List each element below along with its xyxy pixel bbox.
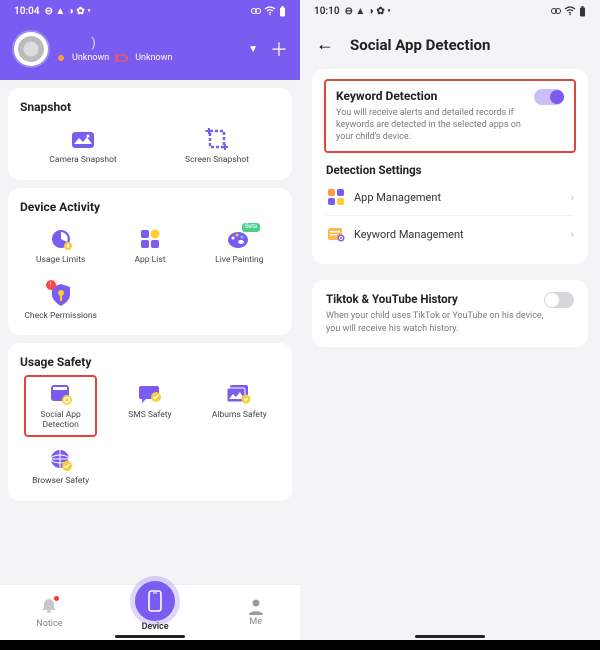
- screen-snapshot[interactable]: Screen Snapshot: [150, 122, 284, 170]
- left-screen: 10:04 ⊖ ▲ ◑ ✿ • ) Unknown Unknown ▼: [0, 0, 300, 640]
- detection-settings-title: Detection Settings: [326, 159, 574, 179]
- battery-icon: [279, 6, 286, 17]
- status-right: [551, 6, 586, 17]
- vpn-icon: [551, 6, 561, 16]
- wifi-icon: [564, 6, 576, 16]
- snapshot-title: Snapshot: [20, 100, 280, 114]
- browser-safety[interactable]: Browser Safety: [16, 443, 105, 491]
- bell-icon: [40, 597, 58, 615]
- device-activity-title: Device Activity: [20, 200, 280, 214]
- keyword-title: Keyword Detection: [336, 89, 534, 103]
- keyword-toggle[interactable]: [534, 89, 564, 105]
- camera-icon: [70, 128, 96, 150]
- nav-device[interactable]: Device: [135, 593, 175, 632]
- app-list[interactable]: App List: [105, 222, 194, 270]
- dropdown-button[interactable]: ▼: [248, 44, 258, 55]
- avatar[interactable]: [12, 30, 50, 68]
- device-activity-card: Device Activity Usage Limits App List Be…: [8, 188, 292, 336]
- snapshot-card: Snapshot Camera Snapshot Screen Snapshot: [8, 88, 292, 180]
- status-right: [251, 6, 286, 17]
- page-title: Social App Detection: [350, 36, 490, 54]
- phone-icon: [148, 590, 162, 612]
- nav-me[interactable]: Me: [248, 598, 264, 627]
- clock: 10:04: [14, 6, 40, 17]
- keyword-management-row[interactable]: Keyword Management ›: [326, 215, 574, 252]
- nav-pill: [115, 635, 185, 638]
- sms-safety[interactable]: SMS Safety: [105, 377, 194, 435]
- check-permissions[interactable]: ! Check Permissions: [16, 278, 105, 326]
- usage-limits[interactable]: Usage Limits: [16, 222, 105, 270]
- clock: 10:10: [314, 6, 340, 17]
- apps-icon: [139, 228, 161, 250]
- keyword-detection-card: Keyword Detection You will receive alert…: [312, 69, 588, 264]
- albums-icon: [226, 383, 252, 405]
- albums-safety[interactable]: Albums Safety: [195, 377, 284, 435]
- clock-icon: [49, 227, 73, 251]
- tiktok-title: Tiktok & YouTube History: [326, 292, 544, 306]
- status-icons: ⊖ ▲ ◑ ✿ •: [45, 6, 91, 17]
- screen-icon: [204, 127, 230, 151]
- chevron-right-icon: ›: [570, 190, 574, 204]
- status-icons: ⊖ ▲ ◑ ✿ •: [345, 6, 391, 17]
- beta-badge: Beta: [242, 223, 260, 232]
- bottom-nav: Notice Device Me: [0, 584, 300, 640]
- battery-low-icon: [115, 54, 129, 62]
- alert-badge: !: [46, 280, 56, 290]
- profile-name: ): [58, 36, 240, 51]
- status-bar: 10:10 ⊖ ▲ ◑ ✿ •: [300, 0, 600, 22]
- tiktok-toggle[interactable]: [544, 292, 574, 308]
- usage-safety-title: Usage Safety: [20, 355, 280, 369]
- social-icon: [49, 382, 73, 406]
- tiktok-desc: When your child uses TikTok or YouTube o…: [326, 310, 544, 334]
- person-icon: [248, 598, 264, 616]
- wifi-icon: [264, 6, 276, 16]
- page-header: ← Social App Detection: [300, 22, 600, 61]
- battery-icon: [579, 6, 586, 17]
- usage-safety-card: Usage Safety Social App Detection SMS Sa…: [8, 343, 292, 500]
- back-button[interactable]: ←: [316, 34, 334, 55]
- highlight-box: Keyword Detection You will receive alert…: [324, 79, 576, 153]
- tiktok-youtube-card: Tiktok & YouTube History When your child…: [312, 280, 588, 346]
- right-screen: 10:10 ⊖ ▲ ◑ ✿ • ← Social App Detection K…: [300, 0, 600, 640]
- apps-icon: [327, 188, 345, 206]
- profile-header: ) Unknown Unknown ▼ ＋: [0, 22, 300, 80]
- keyword-desc: You will receive alerts and detailed rec…: [336, 107, 534, 143]
- status-bar: 10:04 ⊖ ▲ ◑ ✿ •: [0, 0, 300, 22]
- nav-notice[interactable]: Notice: [36, 597, 62, 629]
- live-painting[interactable]: Beta Live Painting: [195, 222, 284, 270]
- vpn-icon: [251, 6, 261, 16]
- nav-pill: [415, 635, 485, 638]
- chevron-right-icon: ›: [570, 227, 574, 241]
- keyword-icon: [327, 225, 345, 243]
- camera-snapshot[interactable]: Camera Snapshot: [16, 122, 150, 170]
- sms-icon: [138, 383, 162, 405]
- app-management-row[interactable]: App Management ›: [326, 179, 574, 215]
- social-app-detection[interactable]: Social App Detection: [16, 377, 105, 435]
- add-button[interactable]: ＋: [270, 36, 288, 62]
- globe-icon: [49, 448, 73, 472]
- profile-status: Unknown Unknown: [58, 53, 240, 63]
